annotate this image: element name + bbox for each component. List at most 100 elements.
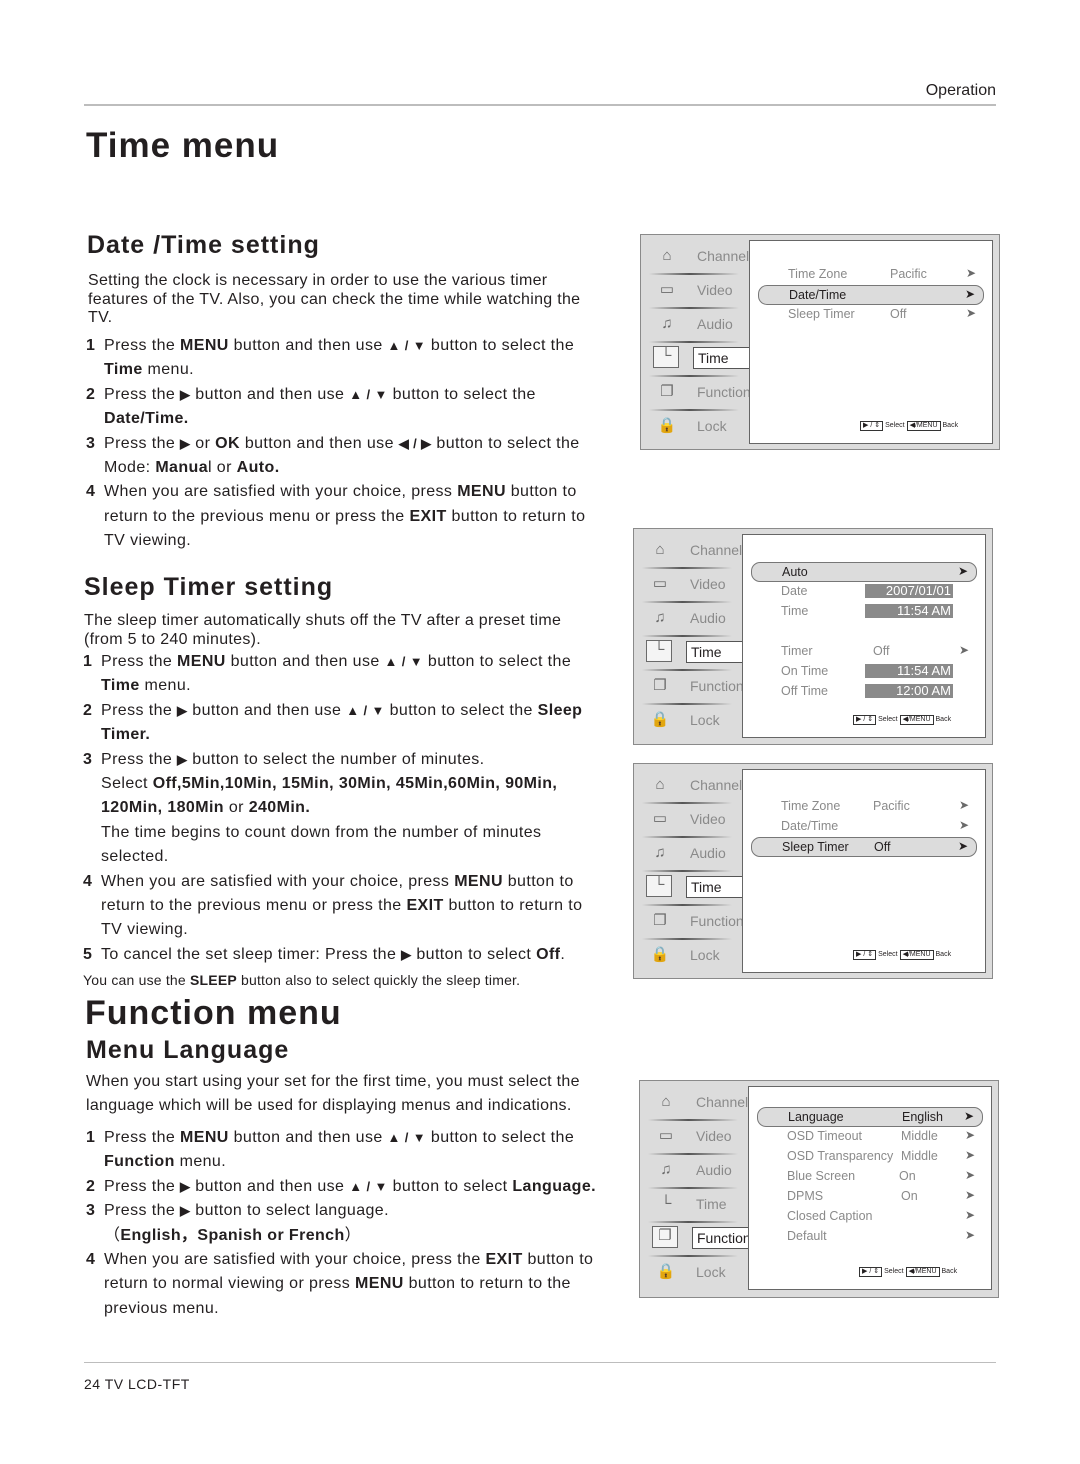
chevron-right-icon: ➤ — [964, 1208, 975, 1222]
clock-icon: └ — [653, 346, 679, 368]
emphasis-text: OK — [215, 434, 240, 452]
osd-menu-row[interactable]: Off Time 12:00 AM — [751, 682, 977, 700]
emphasis-text: Date/Time. — [104, 410, 189, 428]
menu-language-steps: 1 Press the MENU button and then use ▲ / … — [86, 1126, 611, 1321]
emphasis-text: MENU — [454, 872, 503, 890]
osd-row-label: On Time — [781, 664, 829, 678]
osd-sidebar-label: Function — [697, 384, 751, 400]
osd-menu-row[interactable]: Auto ➤ — [751, 562, 977, 582]
osd-menu-row[interactable]: OSD Timeout Middle ➤ — [757, 1127, 983, 1145]
osd-sidebar-label: Audio — [696, 1162, 732, 1178]
osd-menu-row[interactable]: Date/Time ➤ — [758, 285, 984, 305]
osd-sidebar-item-video[interactable]: ▭ Video — [648, 1123, 752, 1151]
osd-sidebar-item-lock[interactable]: 🔒 Lock — [642, 707, 746, 735]
arrow-key-icon: ◀ / ▶ — [398, 435, 432, 451]
emphasis-text: Time — [101, 677, 140, 695]
osd-sidebar-divider — [642, 669, 732, 671]
chevron-right-icon: ➤ — [964, 1128, 975, 1142]
list-item: 1 Press the MENU button and then use ▲ / … — [86, 334, 596, 383]
chevron-right-icon: ➤ — [957, 839, 968, 853]
osd-menu-row[interactable]: Default ➤ — [757, 1227, 983, 1245]
emphasis-text: Time — [104, 361, 143, 379]
page-title-function-menu: Function menu — [85, 994, 342, 1032]
step-text: button and then use — [228, 337, 388, 354]
step-number: 3 — [86, 434, 96, 452]
osd-sidebar-item-lock[interactable]: 🔒 Lock — [642, 942, 746, 970]
osd-sidebar-item-function[interactable]: ❐ Function — [648, 1225, 759, 1253]
osd-row-value: On — [901, 1189, 918, 1203]
osd-menu-row[interactable]: DPMS On ➤ — [757, 1187, 983, 1205]
step-number: 2 — [83, 701, 93, 719]
osd-menu-row[interactable]: Date/Time ➤ — [751, 817, 977, 835]
osd-sidebar-item-lock[interactable]: 🔒 Lock — [649, 413, 753, 441]
osd-menu-row[interactable]: Sleep Timer Off ➤ — [751, 837, 977, 857]
step-number: 3 — [86, 1202, 96, 1220]
osd-sidebar-item-time[interactable]: └ Time — [648, 1191, 752, 1219]
osd-row-label: Language — [788, 1110, 844, 1124]
satellite-dish-icon: ⌂ — [655, 541, 665, 558]
osd-sidebar-item-channel[interactable]: ⌂ Channel — [642, 537, 746, 565]
osd-row-label: Time Zone — [788, 267, 848, 281]
osd-sidebar-item-channel[interactable]: ⌂ Channel — [649, 243, 753, 271]
osd-sidebar-item-audio[interactable]: ♫ Audio — [649, 311, 753, 339]
osd-sidebar-label: Time — [696, 1196, 727, 1212]
osd-menu-row[interactable]: OSD Transparency Middle ➤ — [757, 1147, 983, 1165]
osd-sidebar-item-time[interactable]: └ Time — [642, 639, 753, 667]
emphasis-text: EXIT — [485, 1251, 523, 1269]
osd-sidebar-item-function[interactable]: ❐ Function — [649, 379, 753, 407]
emphasis-text: Off,5Min,10Min, 15Min, 30Min, 45Min,60Mi… — [101, 775, 558, 817]
list-item: 4 When you are satisfied with your choice… — [83, 870, 603, 943]
osd-menu-row[interactable]: On Time 11:54 AM — [751, 662, 977, 680]
arrow-key-icon: ▶ — [177, 751, 188, 767]
step-text: Press the — [104, 385, 181, 403]
osd-panel-time-datetime: ⌂ Channel ▭ Video ♫ Audio └ Time ❐ Function 🔒 Lock T… — [640, 234, 1000, 450]
nav-keys-icon: ▶ / ⇕ — [853, 950, 877, 960]
chevron-right-icon: ➤ — [963, 1109, 974, 1123]
osd-sidebar-item-lock[interactable]: 🔒 Lock — [648, 1259, 752, 1287]
menu-back-key-icon: ◀/MENU — [906, 421, 941, 431]
osd-sidebar-item-channel[interactable]: ⌂ Channel — [642, 772, 746, 800]
step-text: Select — [101, 775, 153, 793]
osd-menu-row[interactable]: Language English ➤ — [757, 1107, 983, 1127]
osd-sidebar-divider — [648, 1119, 738, 1121]
osd-sidebar-item-function[interactable]: ❐ Function — [642, 673, 746, 701]
osd-menu-row[interactable]: Timer Off ➤ — [751, 642, 977, 660]
osd-sidebar-label: Lock — [690, 712, 720, 728]
emphasis-text: Off — [536, 945, 561, 963]
audio-icon: ♫ — [660, 1161, 672, 1178]
list-item: 1 Press the MENU button and then use ▲ / … — [86, 1126, 611, 1175]
osd-menu-row[interactable]: Time Zone Pacific ➤ — [751, 797, 977, 815]
arrow-key-icon: ▲ / ▼ — [349, 386, 388, 402]
step-text: menu. — [174, 1153, 227, 1171]
osd-row-value: Off — [890, 307, 907, 321]
osd-sidebar-label: Lock — [690, 947, 720, 963]
osd-sidebar-item-time[interactable]: └ Time — [649, 345, 760, 373]
osd-panel-function-language: ⌂ Channel ▭ Video ♫ Audio └ Time ❐ Function 🔒 Lock L… — [639, 1080, 999, 1298]
osd-sidebar-item-video[interactable]: ▭ Video — [649, 277, 753, 305]
osd-row-value: Off — [873, 644, 890, 658]
osd-sidebar-item-time[interactable]: └ Time — [642, 874, 753, 902]
osd-menu-row[interactable]: Date 2007/01/01 — [751, 582, 977, 600]
osd-sidebar-item-channel[interactable]: ⌂ Channel — [648, 1089, 752, 1117]
audio-icon: ♫ — [654, 609, 666, 626]
osd-sidebar-item-video[interactable]: ▭ Video — [642, 806, 746, 834]
osd-menu-row[interactable]: Sleep Timer Off ➤ — [758, 305, 984, 323]
osd-sidebar-label: Audio — [690, 610, 726, 626]
step-text: button to select the — [426, 1129, 575, 1146]
osd-value-box: 2007/01/01 — [865, 584, 953, 598]
osd-sidebar-item-audio[interactable]: ♫ Audio — [648, 1157, 752, 1185]
osd-row-label: Time — [781, 604, 809, 618]
osd-sidebar-item-audio[interactable]: ♫ Audio — [642, 605, 746, 633]
list-item: 2 Press the ▶ button and then use ▲ / ▼ b… — [86, 1175, 611, 1199]
chevron-right-icon: ➤ — [964, 1168, 975, 1182]
osd-menu-row[interactable]: Closed Caption ➤ — [757, 1207, 983, 1225]
chevron-right-icon: ➤ — [964, 1148, 975, 1162]
osd-menu-row[interactable]: Time 11:54 AM — [751, 602, 977, 620]
osd-sidebar-item-function[interactable]: ❐ Function — [642, 908, 746, 936]
osd-row-label: Blue Screen — [787, 1169, 856, 1183]
osd-sidebar-item-video[interactable]: ▭ Video — [642, 571, 746, 599]
osd-menu-row[interactable]: Blue Screen On ➤ — [757, 1167, 983, 1185]
osd-sidebar-item-audio[interactable]: ♫ Audio — [642, 840, 746, 868]
osd-menu-row[interactable]: Time Zone Pacific ➤ — [758, 265, 984, 283]
list-item: 4 When you are satisfied with your choice… — [86, 480, 596, 553]
